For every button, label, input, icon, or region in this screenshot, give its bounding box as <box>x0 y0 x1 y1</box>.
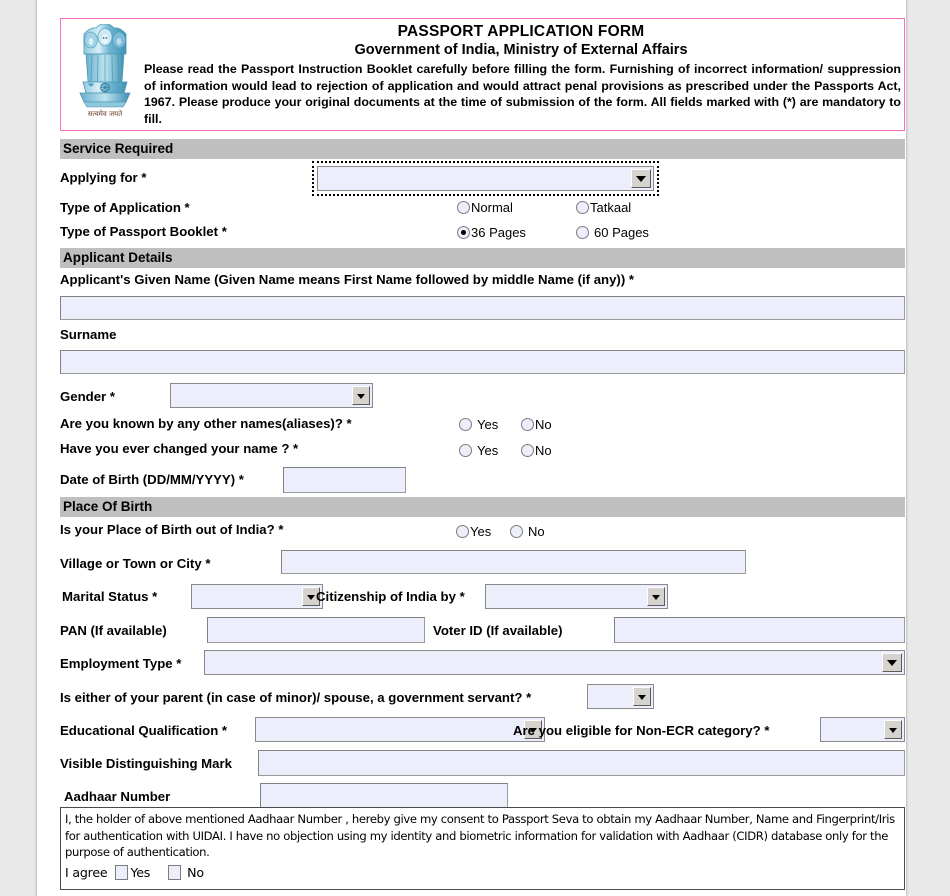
radio-label: Yes <box>477 443 499 458</box>
radio-label: Yes <box>477 417 499 432</box>
village-town-city-label: Village or Town or City * <box>60 556 211 571</box>
non-ecr-select[interactable] <box>820 717 905 742</box>
employment-type-select[interactable] <box>204 650 905 675</box>
marital-status-select[interactable] <box>191 584 323 609</box>
pan-input[interactable] <box>207 617 425 643</box>
section-header-service-required: Service Required <box>60 139 905 159</box>
radio-application-tatkaal[interactable]: Tatkaal <box>576 200 631 215</box>
aliases-label: Are you known by any other names(aliases… <box>60 416 352 431</box>
i-agree-label: I agree <box>65 864 108 880</box>
radio-birth-out-of-india-yes[interactable]: Yes <box>456 524 491 539</box>
date-of-birth-input[interactable] <box>283 467 406 493</box>
voter-id-label: Voter ID (If available) <box>433 623 563 638</box>
marital-status-label: Marital Status * <box>62 589 158 604</box>
checkbox-consent-no[interactable] <box>168 864 182 880</box>
checkbox-consent-no-label: No <box>187 864 204 880</box>
radio-label: No <box>528 524 545 539</box>
radio-aliases-yes[interactable]: Yes <box>459 417 498 432</box>
chevron-down-icon[interactable] <box>352 386 370 405</box>
radio-icon[interactable] <box>510 525 523 538</box>
chevron-down-icon[interactable] <box>884 720 902 739</box>
radio-label: Normal <box>471 200 513 215</box>
section-header-place-of-birth: Place Of Birth <box>60 497 905 517</box>
non-ecr-label: Are you eligible for Non-ECR category? * <box>513 723 770 738</box>
radio-icon[interactable] <box>576 201 589 214</box>
surname-input[interactable] <box>60 350 905 374</box>
checkbox-consent-yes[interactable] <box>115 864 129 880</box>
india-national-emblem-icon: सत्यमेव जयते <box>74 24 136 126</box>
given-name-input[interactable] <box>60 296 905 320</box>
chevron-down-icon[interactable] <box>631 169 651 188</box>
pan-label: PAN (If available) <box>60 623 167 638</box>
aadhaar-consent-agree-row: I agree Yes No <box>65 864 900 880</box>
village-town-city-input[interactable] <box>281 550 746 574</box>
section-header-applicant-details: Applicant Details <box>60 248 905 268</box>
form-subtitle: Government of India, Ministry of Externa… <box>354 42 688 58</box>
radio-icon-selected[interactable] <box>457 226 470 239</box>
radio-label: Tatkaal <box>590 200 632 215</box>
changed-name-label: Have you ever changed your name ? * <box>60 441 299 456</box>
svg-text:सत्यमेव जयते: सत्यमेव जयते <box>88 109 123 118</box>
chevron-down-icon[interactable] <box>882 653 902 672</box>
form-header-box: सत्यमेव जयते PASSPORT APPLICATION FORM G… <box>60 18 905 131</box>
date-of-birth-label: Date of Birth (DD/MM/YYYY) * <box>60 472 244 487</box>
voter-id-input[interactable] <box>614 617 905 643</box>
radio-aliases-no[interactable]: No <box>521 417 552 432</box>
aadhaar-consent-box: I, the holder of above mentioned Aadhaar… <box>60 807 905 890</box>
radio-label: 36 Pages <box>471 225 526 240</box>
radio-birth-out-of-india-no[interactable]: No <box>510 524 545 539</box>
distinguishing-mark-input[interactable] <box>258 750 905 776</box>
radio-booklet-36-pages[interactable]: 36 Pages <box>457 225 526 240</box>
govt-servant-select[interactable] <box>587 684 654 709</box>
gender-select[interactable] <box>170 383 373 408</box>
radio-label: No <box>535 417 552 432</box>
radio-icon[interactable] <box>459 444 472 457</box>
gender-label: Gender * <box>60 389 115 404</box>
distinguishing-mark-label: Visible Distinguishing Mark <box>60 756 232 771</box>
radio-icon[interactable] <box>459 418 472 431</box>
checkbox-consent-yes-label: Yes <box>130 864 151 880</box>
type-of-application-label: Type of Application * <box>60 200 190 215</box>
form-page: सत्यमेव जयते PASSPORT APPLICATION FORM G… <box>37 0 906 896</box>
radio-icon[interactable] <box>457 201 470 214</box>
radio-icon[interactable] <box>576 226 589 239</box>
radio-label: 60 Pages <box>594 225 649 240</box>
chevron-down-icon[interactable] <box>633 687 651 706</box>
aadhaar-number-label: Aadhaar Number <box>64 789 171 804</box>
birth-out-of-india-label: Is your Place of Birth out of India? * <box>60 522 284 537</box>
aadhaar-consent-text: I, the holder of above mentioned Aadhaar… <box>65 812 895 859</box>
citizenship-select[interactable] <box>485 584 668 609</box>
citizenship-label: Citizenship of India by * <box>316 589 465 604</box>
chevron-down-icon[interactable] <box>647 587 665 606</box>
radio-icon[interactable] <box>521 444 534 457</box>
given-name-label: Applicant's Given Name (Given Name means… <box>60 272 635 287</box>
education-select[interactable] <box>255 717 545 742</box>
radio-changed-name-yes[interactable]: Yes <box>459 443 498 458</box>
form-instructions: Please read the Passport Instruction Boo… <box>144 62 901 126</box>
app-background: सत्यमेव जयते PASSPORT APPLICATION FORM G… <box>0 0 950 896</box>
radio-icon[interactable] <box>521 418 534 431</box>
radio-icon[interactable] <box>456 525 469 538</box>
radio-changed-name-no[interactable]: No <box>521 443 552 458</box>
radio-label: Yes <box>470 524 492 539</box>
education-label: Educational Qualification * <box>60 723 228 738</box>
form-title: PASSPORT APPLICATION FORM <box>397 23 645 40</box>
radio-booklet-60-pages[interactable]: 60 Pages <box>576 225 649 240</box>
applying-for-select[interactable] <box>312 161 659 196</box>
govt-servant-label: Is either of your parent (in case of min… <box>60 690 532 705</box>
radio-label: No <box>535 443 552 458</box>
radio-application-normal[interactable]: Normal <box>457 200 513 215</box>
aadhaar-number-input[interactable] <box>260 783 508 809</box>
employment-type-label: Employment Type * <box>60 656 182 671</box>
type-of-booklet-label: Type of Passport Booklet * <box>60 224 227 239</box>
surname-label: Surname <box>60 327 117 342</box>
applying-for-label: Applying for * <box>60 170 147 185</box>
